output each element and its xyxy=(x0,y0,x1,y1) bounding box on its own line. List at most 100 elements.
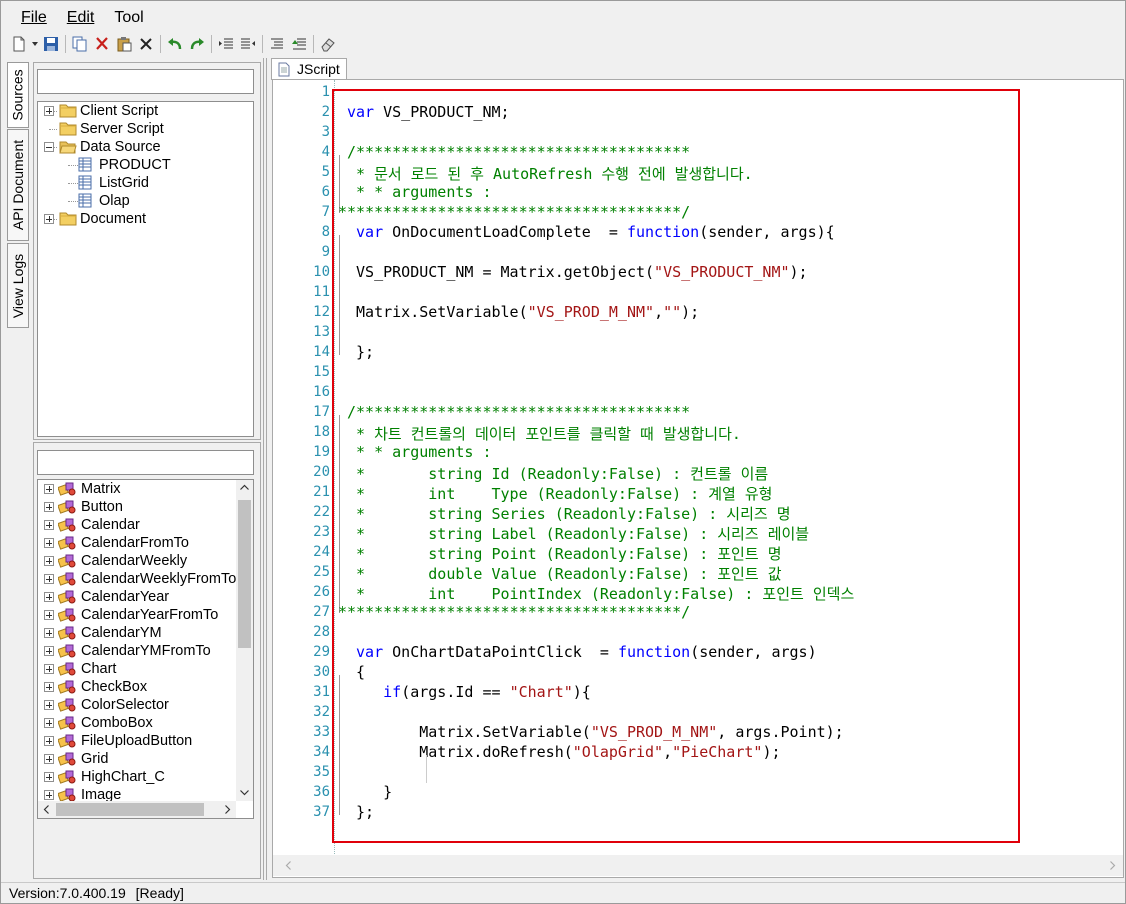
control-item-calendarfromto[interactable]: CalendarFromTo xyxy=(38,534,236,552)
tree-item-label: Olap xyxy=(99,193,130,209)
tab-api-document-label: API Document xyxy=(10,139,27,231)
menu-tool[interactable]: Tool xyxy=(104,6,153,30)
tree-item-server-script[interactable]: Server Script xyxy=(38,120,253,138)
fold-line xyxy=(339,415,340,613)
dropdown-arrow-icon[interactable] xyxy=(30,33,40,55)
hscroll-thumb[interactable] xyxy=(56,803,204,816)
control-item-calendaryear[interactable]: CalendarYear xyxy=(38,588,236,606)
code-line-12: Matrix.SetVariable("VS_PROD_M_NM",""); xyxy=(347,303,700,321)
expand-icon[interactable] xyxy=(44,592,54,602)
new-document-icon[interactable] xyxy=(8,33,30,55)
control-item-button[interactable]: Button xyxy=(38,498,236,516)
expand-icon[interactable] xyxy=(44,718,54,728)
control-item-calendar[interactable]: Calendar xyxy=(38,516,236,534)
expand-icon[interactable] xyxy=(44,772,54,782)
menu-edit[interactable]: Edit xyxy=(57,6,105,30)
fold-line xyxy=(339,675,340,815)
scroll-right-icon[interactable] xyxy=(225,805,231,814)
tree-connector xyxy=(68,165,78,166)
control-item-calendarweekly[interactable]: CalendarWeekly xyxy=(38,552,236,570)
control-item-fileuploadbutton[interactable]: FileUploadButton xyxy=(38,732,236,750)
expand-icon[interactable] xyxy=(44,754,54,764)
redo-icon[interactable] xyxy=(186,33,208,55)
collapse-icon[interactable] xyxy=(44,142,54,152)
expand-icon[interactable] xyxy=(44,106,54,116)
undo-icon[interactable] xyxy=(164,33,186,55)
expand-icon[interactable] xyxy=(44,484,54,494)
tree-item-olap[interactable]: Olap xyxy=(38,192,253,210)
control-item-combobox[interactable]: ComboBox xyxy=(38,714,236,732)
control-item-grid[interactable]: Grid xyxy=(38,750,236,768)
scroll-up-icon[interactable] xyxy=(240,484,249,490)
copy-icon[interactable] xyxy=(69,33,91,55)
control-item-label: CheckBox xyxy=(81,679,148,695)
tab-view-logs[interactable]: View Logs xyxy=(7,243,29,328)
code-line-7: **************************************/ xyxy=(338,203,691,221)
editor-horizontal-scrollbar[interactable] xyxy=(273,855,1123,876)
panel-splitter[interactable] xyxy=(263,58,267,880)
expand-icon[interactable] xyxy=(44,790,54,800)
expand-icon[interactable] xyxy=(44,556,54,566)
code-line-20: * string Id (Readonly:False) : 컨트롤 이름 xyxy=(347,465,769,483)
control-item-label: CalendarWeekly xyxy=(81,553,188,569)
line-number: 11 xyxy=(313,284,330,300)
uncomment-icon[interactable] xyxy=(288,33,310,55)
scroll-left-icon[interactable] xyxy=(285,861,291,870)
sources-search-input[interactable] xyxy=(37,69,254,94)
save-icon[interactable] xyxy=(40,33,62,55)
control-item-calendarweeklyfromto[interactable]: CalendarWeeklyFromTo xyxy=(38,570,236,588)
tree-item-document[interactable]: Document xyxy=(38,210,253,228)
control-item-checkbox[interactable]: CheckBox xyxy=(38,678,236,696)
expand-icon[interactable] xyxy=(44,628,54,638)
scroll-thumb[interactable] xyxy=(238,500,251,648)
tree-item-client-script[interactable]: Client Script xyxy=(38,102,253,120)
control-item-label: FileUploadButton xyxy=(81,733,193,749)
line-number: 10 xyxy=(313,264,330,280)
control-item-colorselector[interactable]: ColorSelector xyxy=(38,696,236,714)
menu-file[interactable]: File xyxy=(1,6,57,30)
tree-item-data-source[interactable]: Data Source xyxy=(38,138,253,156)
code-line-8: var OnDocumentLoadComplete = function(se… xyxy=(356,223,835,241)
paste-icon[interactable] xyxy=(113,33,135,55)
controls-vertical-scrollbar[interactable] xyxy=(236,480,253,801)
expand-icon[interactable] xyxy=(44,520,54,530)
expand-icon[interactable] xyxy=(44,664,54,674)
expand-icon[interactable] xyxy=(44,502,54,512)
expand-icon[interactable] xyxy=(44,736,54,746)
code-line-25: * double Value (Readonly:False) : 포인트 값 xyxy=(347,565,782,583)
eraser-icon[interactable] xyxy=(317,33,339,55)
control-item-matrix[interactable]: Matrix xyxy=(38,480,236,498)
control-item-highchart-c[interactable]: HighChart_C xyxy=(38,768,236,786)
controls-search-input[interactable] xyxy=(37,450,254,475)
scroll-right-icon[interactable] xyxy=(1110,861,1116,870)
control-item-calendarymfromto[interactable]: CalendarYMFromTo xyxy=(38,642,236,660)
expand-icon[interactable] xyxy=(44,538,54,548)
control-item-label: ComboBox xyxy=(81,715,153,731)
tab-api-document[interactable]: API Document xyxy=(7,129,29,241)
line-number: 23 xyxy=(313,524,330,540)
expand-icon[interactable] xyxy=(44,646,54,656)
delete-icon[interactable] xyxy=(135,33,157,55)
expand-icon[interactable] xyxy=(44,574,54,584)
control-item-image[interactable]: Image xyxy=(38,786,236,801)
expand-icon[interactable] xyxy=(44,610,54,620)
tab-sources[interactable]: Sources xyxy=(7,62,29,128)
control-item-chart[interactable]: Chart xyxy=(38,660,236,678)
expand-icon[interactable] xyxy=(44,214,54,224)
indent-icon[interactable] xyxy=(215,33,237,55)
outdent-icon[interactable] xyxy=(237,33,259,55)
controls-horizontal-scrollbar[interactable] xyxy=(38,801,236,818)
expand-icon[interactable] xyxy=(44,682,54,692)
tree-item-listgrid[interactable]: ListGrid xyxy=(38,174,253,192)
control-item-calendaryearfromto[interactable]: CalendarYearFromTo xyxy=(38,606,236,624)
tab-jscript[interactable]: JScript xyxy=(271,58,347,80)
scroll-left-icon[interactable] xyxy=(43,805,49,814)
code-line-36: } xyxy=(347,783,393,801)
tree-item-product[interactable]: PRODUCT xyxy=(38,156,253,174)
tree-item-label: PRODUCT xyxy=(99,157,171,173)
comment-icon[interactable] xyxy=(266,33,288,55)
scroll-down-icon[interactable] xyxy=(240,790,249,796)
control-item-calendarym[interactable]: CalendarYM xyxy=(38,624,236,642)
cut-icon[interactable] xyxy=(91,33,113,55)
expand-icon[interactable] xyxy=(44,700,54,710)
